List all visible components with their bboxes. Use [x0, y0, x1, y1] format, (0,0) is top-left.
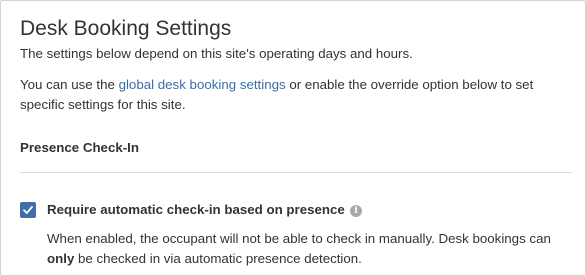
presence-checkin-checkbox[interactable] [20, 202, 36, 218]
description-part2: be checked in via automatic presence det… [74, 251, 362, 266]
intro-text: The settings below depend on this site's… [20, 46, 413, 61]
description-part1: When enabled, the occupant will not be a… [47, 231, 551, 246]
info-icon[interactable]: i [350, 205, 362, 217]
override-info-prefix: You can use the [20, 77, 119, 92]
presence-checkin-description: When enabled, the occupant will not be a… [47, 229, 577, 269]
desk-booking-settings-panel: Desk Booking Settings The settings below… [0, 0, 586, 276]
section-divider [20, 172, 572, 173]
page-title: Desk Booking Settings [20, 17, 232, 40]
override-info-text: You can use the global desk booking sett… [20, 75, 580, 115]
description-bold: only [47, 251, 75, 266]
presence-checkin-label[interactable]: Require automatic check-in based on pres… [47, 200, 345, 220]
global-settings-link[interactable]: global desk booking settings [119, 77, 286, 92]
section-heading-presence: Presence Check-In [20, 140, 139, 155]
checkmark-icon [23, 206, 33, 214]
